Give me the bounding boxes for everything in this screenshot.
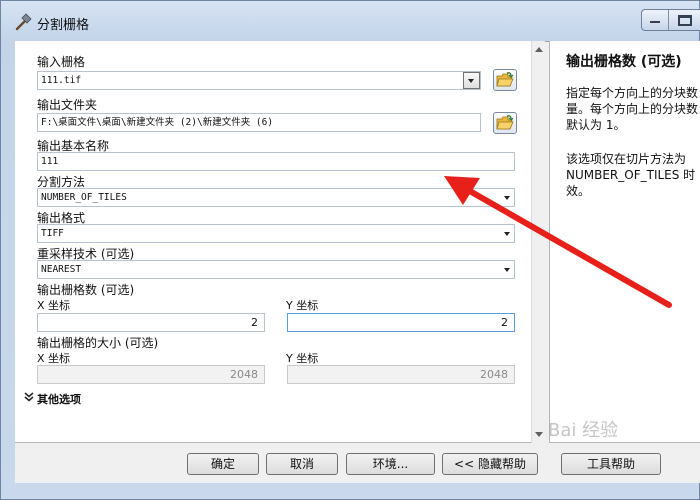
double-chevron-down-icon[interactable] [24,392,34,402]
parameter-form: 输入栅格 111.tif 输出文件夹 F:\桌面文件\桌面\新建文件夹 (2)\… [15,41,545,443]
tile-size-label: 输出栅格的大小 (可选) [37,336,159,350]
num-rasters-y-field[interactable]: 2 [287,313,515,332]
help-text-line: 默认为 1。 [566,118,626,132]
minimize-icon[interactable] [650,21,660,23]
open-folder-icon [496,72,514,87]
chevron-down-icon [504,268,510,272]
num-rasters-y-value: 2 [501,316,508,329]
ok-button[interactable]: 确定 [187,453,259,475]
cancel-button[interactable]: 取消 [266,453,338,475]
tile-size-x-field[interactable]: 2048 [37,365,265,384]
browse-output-folder-button[interactable] [493,112,517,134]
hide-help-button[interactable]: << 隐藏帮助 [442,453,538,475]
base-name-value: 111 [41,156,59,167]
tile-size-y-value: 2048 [480,368,508,381]
input-raster-dropdown-button[interactable] [463,72,480,89]
split-method-select[interactable]: NUMBER_OF_TILES [37,188,515,207]
num-rasters-x-label: X 坐标 [37,299,71,312]
hammer-icon [15,13,32,31]
scroll-up-icon[interactable] [535,47,543,52]
help-text-line: 效。 [566,184,591,198]
output-format-value: TIFF [41,228,64,239]
open-folder-icon [496,115,514,130]
tile-size-y-label: Y 坐标 [286,352,319,365]
help-text-line: 指定每个方向上的分块数 [566,86,699,100]
maximize-icon[interactable] [678,15,692,26]
chevron-down-icon [468,79,474,83]
output-format-select[interactable]: TIFF [37,224,515,243]
help-text-line: NUMBER_OF_TILES 时 [566,168,696,182]
help-text-line: 该选项仅在切片方法为 [566,152,687,166]
watermark-text: Bai 经验 [548,420,619,441]
num-rasters-x-value: 2 [251,316,258,329]
input-raster-label: 输入栅格 [37,55,86,69]
title-bar[interactable]: 分割栅格 [1,1,700,41]
output-folder-label: 输出文件夹 [37,98,98,112]
browse-input-raster-button[interactable] [493,69,517,91]
num-rasters-y-label: Y 坐标 [286,299,319,312]
output-folder-field[interactable]: F:\桌面文件\桌面\新建文件夹 (2)\新建文件夹 (6) [37,113,481,132]
environments-button[interactable]: 环境... [346,453,435,475]
help-panel: 输出栅格数 (可选) 指定每个方向上的分块数 量。每个方向上的分块数 默认为 1… [549,41,700,443]
help-text-line: 量。每个方向上的分块数 [566,102,699,116]
input-raster-value: 111.tif [41,75,82,86]
chevron-down-icon [504,196,510,200]
split-method-value: NUMBER_OF_TILES [41,192,127,203]
output-folder-value: F:\桌面文件\桌面\新建文件夹 (2)\新建文件夹 (6) [41,117,274,128]
base-name-field[interactable]: 111 [37,152,515,171]
tile-size-x-label: X 坐标 [37,352,71,365]
input-raster-combo[interactable]: 111.tif [37,71,481,90]
scroll-down-icon[interactable] [535,432,543,437]
form-scrollbar[interactable] [531,41,545,443]
help-title: 输出栅格数 (可选) [566,54,682,70]
window-controls [641,9,700,31]
other-options-toggle[interactable]: 其他选项 [37,391,81,407]
tile-size-y-field[interactable]: 2048 [287,365,515,384]
num-rasters-x-field[interactable]: 2 [37,313,265,332]
num-rasters-label: 输出栅格数 (可选) [37,283,135,297]
tool-help-button[interactable]: 工具帮助 [561,453,661,475]
window-control-divider [668,10,669,30]
resampling-select[interactable]: NEAREST [37,260,515,279]
window-title: 分割栅格 [37,18,90,33]
chevron-down-icon [504,232,510,236]
tile-size-x-value: 2048 [230,368,258,381]
resampling-value: NEAREST [41,264,82,275]
